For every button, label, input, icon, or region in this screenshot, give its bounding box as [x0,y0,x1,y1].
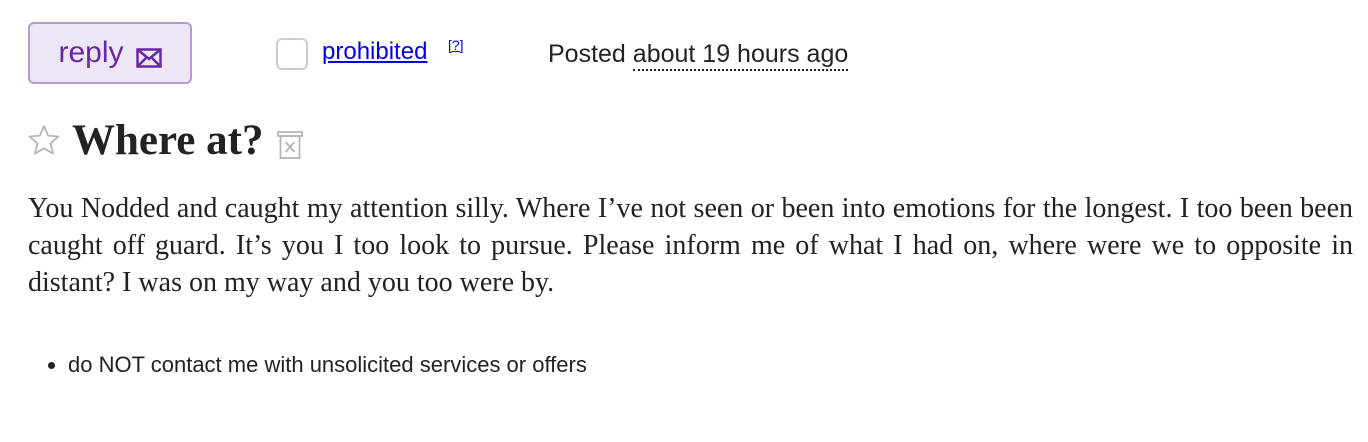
reply-button-label: reply [58,36,124,69]
posted-date: Posted about 19 hours ago [548,40,849,71]
trash-icon[interactable] [277,129,304,161]
post-body: You Nodded and caught my attention silly… [28,193,1353,298]
notices-list: do NOT contact me with unsolicited servi… [28,352,587,378]
reply-button[interactable]: reply [28,22,192,84]
envelope-icon [135,48,162,68]
title-row: Where at? [28,112,304,168]
post-title: Where at? [72,116,264,164]
post-header: reply prohibited [?] Posted about 19 hou… [28,22,1328,86]
prohibited-help-link[interactable]: [?] [448,37,464,53]
prohibited-link[interactable]: prohibited [322,38,427,66]
posted-prefix: Posted [548,40,626,68]
posted-time: about 19 hours ago [632,40,849,71]
prohibited-checkbox[interactable] [276,38,308,70]
notice-item: do NOT contact me with unsolicited servi… [68,352,587,378]
star-icon[interactable] [28,124,60,156]
